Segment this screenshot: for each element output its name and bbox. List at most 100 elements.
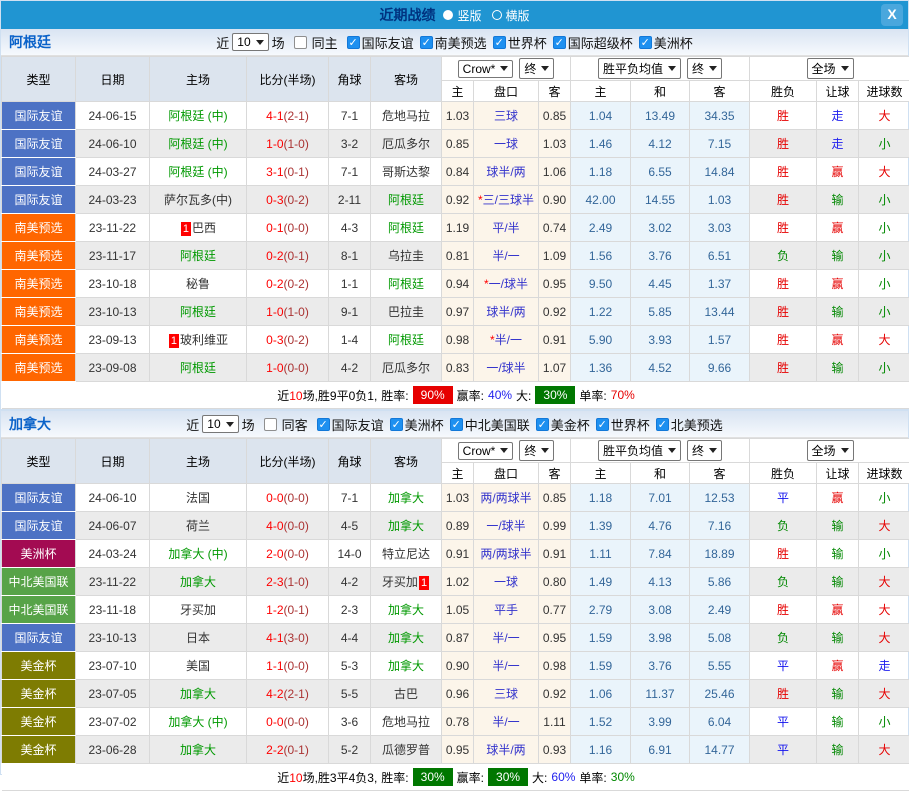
competition-label: 国际友谊 <box>332 415 384 434</box>
away-team-name: 乌拉圭 <box>388 249 424 263</box>
corner-count: 5-3 <box>329 652 371 680</box>
competition-checkbox[interactable]: ✓ <box>347 36 360 49</box>
avg-odds-select[interactable]: 胜平负均值 <box>598 440 681 461</box>
handicap-text: 两/两球半 <box>480 491 531 505</box>
odds-stage-value: 终 <box>524 442 536 459</box>
match-type-badge: 南美预选 <box>2 242 76 270</box>
home-handicap-odds: 0.92 <box>442 186 474 214</box>
handicap-text: 两/两球半 <box>480 547 531 561</box>
score-cell: 0-1(0-0) <box>247 214 329 242</box>
match-result: 胜 <box>750 326 817 354</box>
record-text: 场,胜9平0负1, <box>303 389 378 403</box>
avg-win-odds: 1.56 <box>571 242 631 270</box>
home-team: 阿根廷 (中) <box>150 102 247 130</box>
table-row: 国际友谊23-10-13日本4-1(3-0)4-4加拿大0.87半/一0.951… <box>2 624 909 652</box>
competition-checkbox[interactable]: ✓ <box>656 418 669 431</box>
away-team: 古巴 <box>371 680 442 708</box>
avg-win-odds: 1.11 <box>571 540 631 568</box>
competition-filter-list: ✓国际友谊✓南美预选✓世界杯✓国际超级杯✓美洲杯 <box>341 33 693 52</box>
match-result: 负 <box>750 568 817 596</box>
table-row: 国际友谊24-03-27阿根廷 (中)3-1(0-1)7-1哥斯达黎0.84球半… <box>2 158 909 186</box>
radio-unselected-icon[interactable] <box>492 10 502 20</box>
home-team-name: 美国 <box>186 659 210 673</box>
avg-lose-odds: 5.86 <box>690 568 750 596</box>
score-cell: 0-2(0-2) <box>247 270 329 298</box>
radio-selected-icon[interactable] <box>443 10 453 20</box>
col-header-corner: 角球 <box>329 57 371 102</box>
competition-checkbox[interactable]: ✓ <box>390 418 403 431</box>
halftime-score: (0-0) <box>284 659 309 673</box>
near-label: 近 <box>277 771 289 785</box>
corner-count: 5-2 <box>329 736 371 764</box>
avg-stage-select[interactable]: 终 <box>687 58 722 79</box>
home-team-name: 荷兰 <box>186 519 210 533</box>
avg-draw-odds: 3.93 <box>631 326 690 354</box>
handicap-line: 两/两球半 <box>474 540 539 568</box>
close-icon[interactable]: X <box>881 4 903 26</box>
competition-checkbox[interactable]: ✓ <box>317 418 330 431</box>
match-scope-value: 全场 <box>812 60 836 77</box>
sub-header-avg-draw: 和 <box>631 81 690 102</box>
col-header-type: 类型 <box>2 439 76 484</box>
summary-record: 近10场,胜9平0负1, <box>277 387 377 404</box>
avg-draw-odds: 3.99 <box>631 708 690 736</box>
horizontal-layout-radio[interactable]: 横版 <box>492 7 530 24</box>
chevron-down-icon <box>841 448 849 453</box>
handicap-line: *半/一 <box>474 326 539 354</box>
same-venue-checkbox[interactable] <box>294 36 307 49</box>
odds-stage-select[interactable]: 终 <box>519 440 554 461</box>
halftime-score: (0-1) <box>284 165 309 179</box>
avg-stage-select[interactable]: 终 <box>687 440 722 461</box>
home-team: 阿根廷 <box>150 298 247 326</box>
handicap-text: 半/一 <box>495 333 522 347</box>
home-team-name: 巴西 <box>192 221 216 235</box>
bookmaker-select[interactable]: Crow* <box>458 60 514 78</box>
chevron-down-icon <box>256 40 264 45</box>
vertical-layout-radio[interactable]: 竖版 <box>443 7 481 24</box>
away-team-name: 巴拉圭 <box>388 305 424 319</box>
match-type-badge: 南美预选 <box>2 354 76 382</box>
filters-group: 近 10 场 同客 ✓国际友谊✓美洲杯✓中北美国联✓美金杯✓世界杯✓北美预选 <box>186 415 723 434</box>
competition-checkbox[interactable]: ✓ <box>420 36 433 49</box>
matches-tbody: 国际友谊24-06-15阿根廷 (中)4-1(2-1)7-1危地马拉1.03三球… <box>2 102 909 409</box>
summary-stat-label: 赢率: <box>457 769 484 786</box>
table-row: 南美预选23-10-13阿根廷1-0(1-0)9-1巴拉圭0.97球半/两0.9… <box>2 298 909 326</box>
handicap-result: 输 <box>817 186 859 214</box>
match-result: 胜 <box>750 186 817 214</box>
bookmaker-select[interactable]: Crow* <box>458 442 514 460</box>
match-scope-select[interactable]: 全场 <box>807 440 854 461</box>
competition-checkbox[interactable]: ✓ <box>596 418 609 431</box>
sub-header-away-odds: 客 <box>539 463 571 484</box>
goals-result: 小 <box>859 540 909 568</box>
match-type-badge: 南美预选 <box>2 326 76 354</box>
match-date: 24-06-10 <box>76 130 150 158</box>
away-team-name: 阿根廷 <box>388 221 424 235</box>
same-venue-checkbox[interactable] <box>264 418 277 431</box>
competition-checkbox[interactable]: ✓ <box>450 418 463 431</box>
competition-checkbox[interactable]: ✓ <box>493 36 506 49</box>
games-label: 场 <box>242 415 255 434</box>
home-handicap-odds: 0.89 <box>442 512 474 540</box>
recent-count-select[interactable]: 10 <box>232 33 268 51</box>
avg-odds-select[interactable]: 胜平负均值 <box>598 58 681 79</box>
handicap-text: 平/半 <box>492 221 519 235</box>
rank-badge: 1 <box>419 576 429 590</box>
goals-result: 大 <box>859 568 909 596</box>
col-header-score: 比分(半场) <box>247 439 329 484</box>
competition-checkbox[interactable]: ✓ <box>639 36 652 49</box>
avg-draw-odds: 3.08 <box>631 596 690 624</box>
handicap-result: 走 <box>817 130 859 158</box>
halftime-score: (1-0) <box>284 137 309 151</box>
summary-stat-value: 30% <box>413 768 453 786</box>
odds-stage-select[interactable]: 终 <box>519 58 554 79</box>
home-team-name: 法国 <box>186 491 210 505</box>
competition-checkbox[interactable]: ✓ <box>553 36 566 49</box>
match-scope-select[interactable]: 全场 <box>807 58 854 79</box>
competition-checkbox[interactable]: ✓ <box>536 418 549 431</box>
competition-label: 中北美国联 <box>465 415 530 434</box>
summary-stat-value: 90% <box>413 386 453 404</box>
recent-count-select[interactable]: 10 <box>202 415 238 433</box>
match-date: 23-11-22 <box>76 568 150 596</box>
handicap-line: 一球 <box>474 568 539 596</box>
home-team: 美国 <box>150 652 247 680</box>
